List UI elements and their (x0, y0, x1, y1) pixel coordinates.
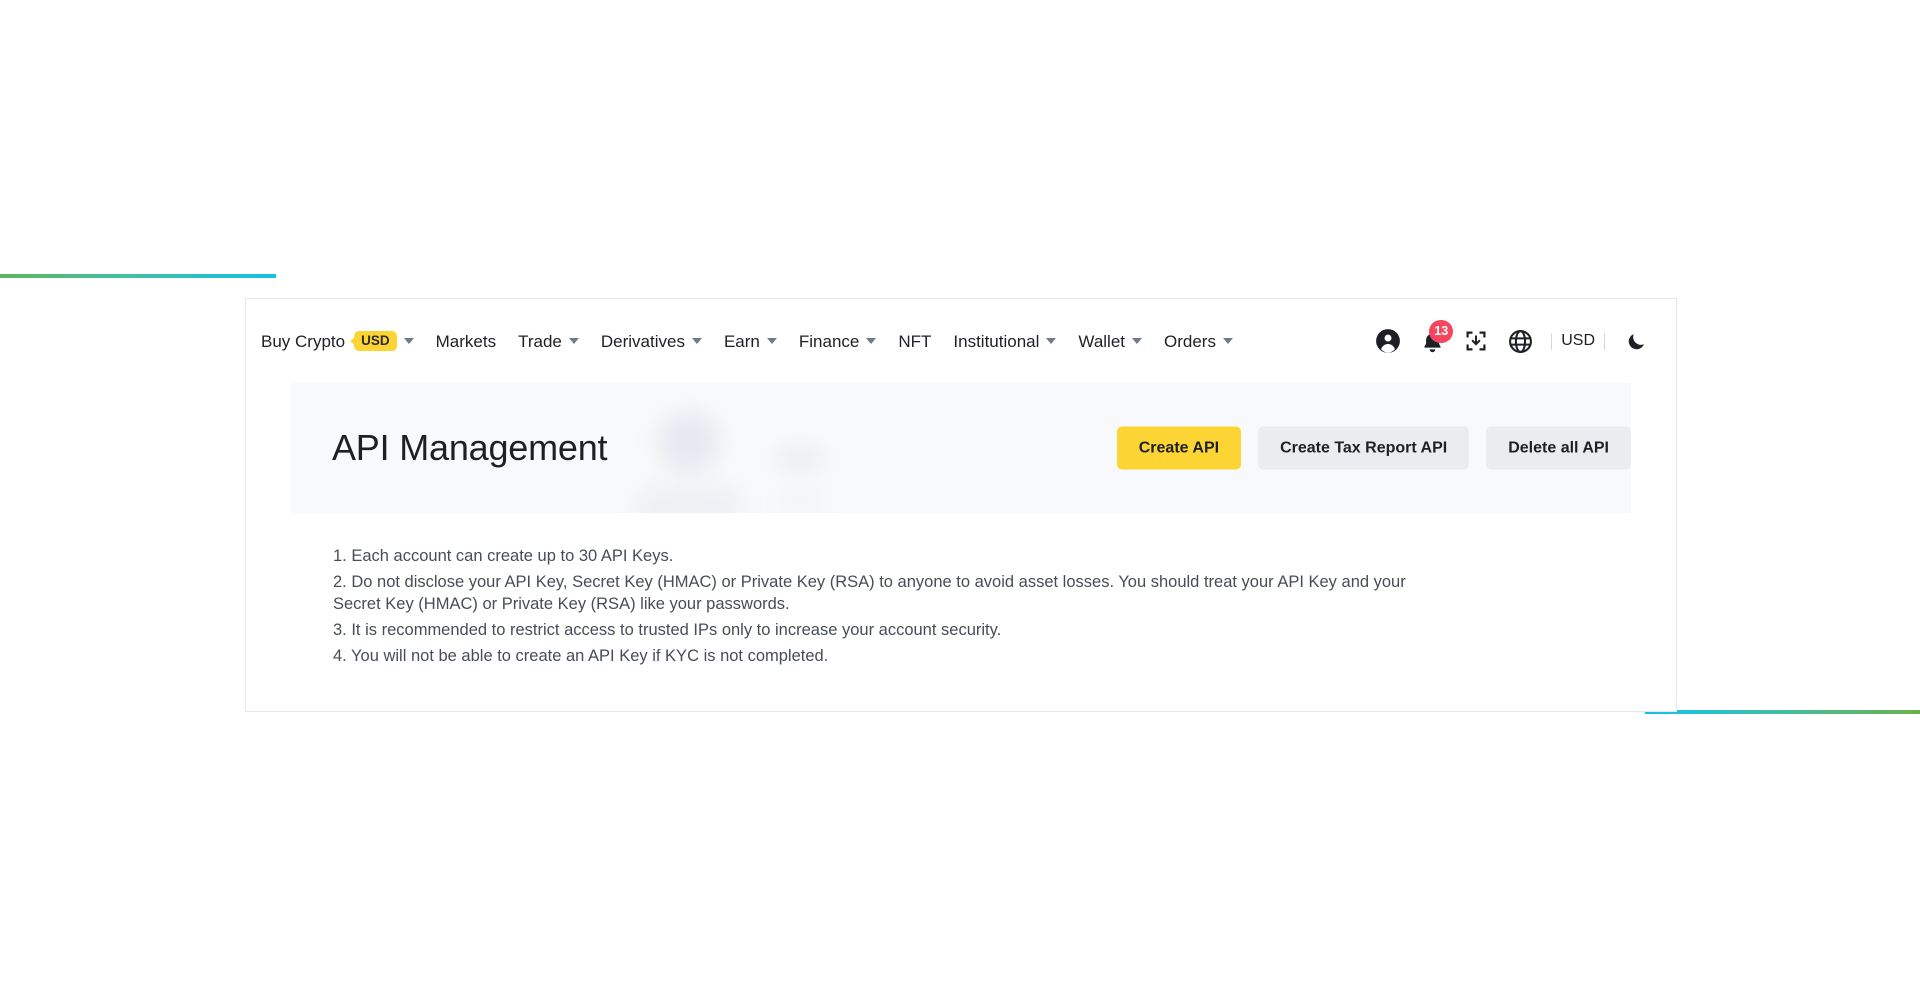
nav-item-markets[interactable]: Markets (436, 333, 496, 350)
nav-item-institutional[interactable]: Institutional (953, 331, 1057, 351)
divider (1551, 332, 1553, 350)
nav-item-label: Buy Crypto (261, 331, 346, 351)
watermark-body-shape (636, 484, 743, 513)
profile-button[interactable] (1366, 319, 1410, 363)
top-navigation-bar: Buy Crypto USD Markets Trade Derivatives… (246, 299, 1676, 383)
header-action-buttons: Create API Create Tax Report API Delete … (1116, 426, 1631, 470)
create-tax-report-api-button[interactable]: Create Tax Report API (1258, 426, 1470, 470)
note-item: 4. You will not be able to create an API… (333, 647, 829, 665)
screenshot-root: Buy Crypto USD Markets Trade Derivatives… (0, 0, 1920, 1008)
nav-item-label: Orders (1164, 331, 1216, 351)
chevron-down-icon (403, 338, 414, 344)
chevron-down-icon (1046, 338, 1057, 344)
red-arrow-annotation (963, 511, 1108, 513)
decorative-gradient-bottom-right (1645, 710, 1920, 714)
language-button[interactable] (1498, 319, 1542, 363)
nav-item-label: Earn (723, 331, 760, 351)
chevron-down-icon (691, 338, 702, 344)
navbar-right-cluster: 13 USD (1366, 319, 1658, 363)
blurred-avatar-watermark (613, 389, 883, 513)
nav-item-orders[interactable]: Orders (1164, 333, 1233, 350)
watermark-chip-shape (776, 447, 824, 469)
divider (1604, 332, 1605, 350)
nav-item-derivatives[interactable]: Derivatives (601, 333, 702, 350)
currency-selector[interactable]: USD (1561, 332, 1595, 350)
nav-usd-badge[interactable]: USD (354, 330, 397, 352)
page-card: Buy Crypto USD Markets Trade Derivatives… (245, 298, 1677, 712)
watermark-head-shape (658, 411, 720, 473)
delete-all-api-button[interactable]: Delete all API (1486, 426, 1631, 470)
watermark-chip-shape (782, 492, 820, 509)
download-box-icon (1466, 331, 1486, 351)
notifications-button[interactable]: 13 (1410, 319, 1454, 363)
nav-item-label: Trade (518, 331, 562, 351)
note-item: 1. Each account can create up to 30 API … (333, 547, 674, 565)
nav-item-label: Markets (435, 331, 497, 351)
chevron-down-icon (568, 338, 579, 344)
moon-icon (1628, 333, 1644, 349)
nav-item-buy-crypto[interactable]: Buy Crypto USD (261, 330, 414, 352)
nav-item-nft[interactable]: NFT (898, 333, 931, 350)
nav-item-label: NFT (898, 331, 932, 351)
nav-item-label: Finance (798, 331, 860, 351)
nav-item-finance[interactable]: Finance (798, 331, 877, 351)
note-item: 2. Do not disclose your API Key, Secret … (333, 573, 1406, 613)
globe-icon (1508, 329, 1532, 353)
nav-item-label: Wallet (1078, 331, 1126, 351)
page-header-band: API Management Create API Create Tax Rep… (291, 383, 1631, 513)
page-title: API Management (332, 427, 608, 468)
create-api-button[interactable]: Create API (1116, 426, 1242, 470)
decorative-gradient-top-left (0, 274, 276, 278)
notification-count-badge: 13 (1429, 320, 1454, 343)
user-circle-icon (1376, 329, 1401, 353)
theme-toggle-button[interactable] (1614, 319, 1658, 363)
downloads-button[interactable] (1454, 319, 1498, 363)
chevron-down-icon (766, 338, 777, 344)
nav-item-earn[interactable]: Earn (724, 333, 777, 350)
chevron-down-icon (1222, 338, 1233, 344)
chevron-down-icon (1132, 338, 1143, 344)
chevron-down-icon (866, 338, 877, 344)
nav-item-label: Institutional (953, 331, 1040, 351)
api-notes-list: 1. Each account can create up to 30 API … (291, 545, 1631, 667)
nav-item-trade[interactable]: Trade (518, 333, 579, 350)
nav-item-wallet[interactable]: Wallet (1078, 331, 1143, 351)
nav-item-label: Derivatives (600, 331, 685, 351)
note-item: 3. It is recommended to restrict access … (333, 621, 1002, 639)
